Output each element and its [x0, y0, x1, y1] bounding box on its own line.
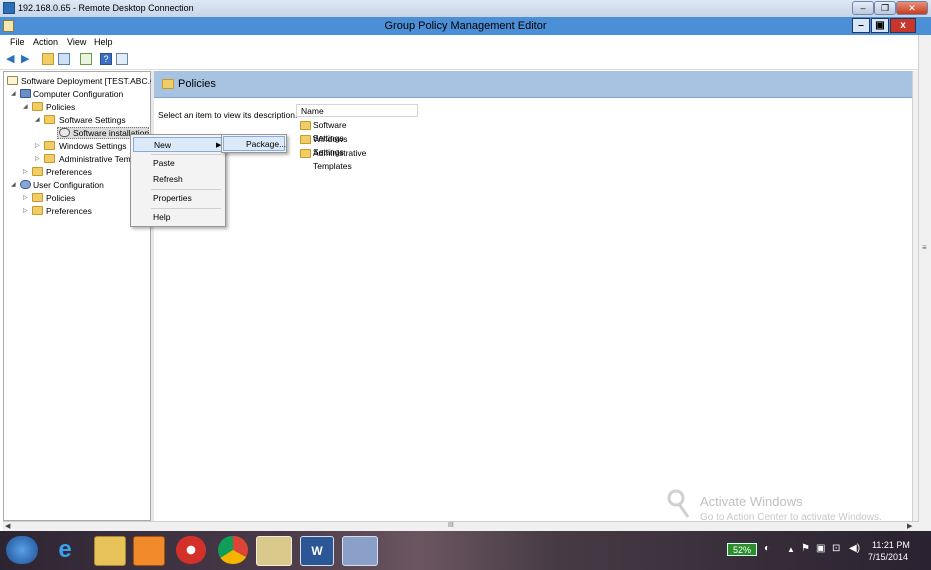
show-hide-tree-icon[interactable] [58, 53, 70, 65]
help-icon[interactable]: ? [100, 53, 112, 65]
remote-desktop-taskbar-icon[interactable] [342, 536, 378, 566]
menu-bar: File Action View Help [0, 35, 918, 49]
computer-icon [20, 89, 31, 98]
folder-icon [44, 154, 55, 163]
folder-icon [32, 167, 43, 176]
menu-separator [151, 208, 221, 209]
folder-icon [300, 149, 311, 158]
app-title-bar: Group Policy Management Editor – ▣ x [0, 17, 931, 35]
close-button[interactable]: x [890, 18, 916, 33]
export-list-icon[interactable] [80, 53, 92, 65]
volume-icon[interactable]: ◀) [849, 543, 860, 554]
rdp-vertical-scrollbar[interactable]: ≡ [918, 35, 931, 531]
device-icon[interactable]: ▣ [816, 543, 825, 554]
toolbar: ◀ ▶ ? [0, 49, 918, 70]
details-header: Policies [154, 71, 912, 98]
start-button[interactable] [6, 536, 38, 564]
context-menu: New ▶ Paste Refresh Properties Help [130, 134, 226, 227]
collapsed-arrow-icon[interactable]: ▷ [35, 153, 41, 165]
rdp-minimize-button[interactable]: – [852, 1, 874, 15]
folder-icon [300, 135, 311, 144]
rdp-title: 192.168.0.65 - Remote Desktop Connection [18, 3, 194, 13]
folder-icon [44, 141, 55, 150]
properties-icon[interactable] [116, 53, 128, 65]
context-menu-help[interactable]: Help [133, 210, 223, 225]
network-icon[interactable]: ⊡ [832, 543, 840, 554]
context-menu-refresh[interactable]: Refresh [133, 172, 223, 187]
column-header-name[interactable]: Name [296, 104, 418, 117]
context-menu-properties[interactable]: Properties [133, 191, 223, 206]
rdp-title-bar: 192.168.0.65 - Remote Desktop Connection… [0, 0, 931, 18]
word-icon[interactable]: W [300, 536, 334, 566]
rdp-restore-button[interactable]: ❐ [874, 1, 896, 15]
collapsed-arrow-icon[interactable]: ▷ [23, 166, 29, 178]
rdp-app-icon [3, 2, 15, 14]
software-installation-icon [59, 128, 70, 137]
menu-action[interactable]: Action [33, 37, 58, 47]
expanded-arrow-icon[interactable]: ◢ [35, 114, 41, 126]
up-folder-icon[interactable] [42, 53, 54, 65]
expanded-arrow-icon[interactable]: ◢ [11, 88, 17, 100]
folder-icon [300, 121, 311, 130]
watermark-subtitle: Go to Action Center to activate Windows. [700, 512, 882, 523]
menu-separator [151, 154, 221, 155]
submenu-package[interactable]: Package... [223, 136, 286, 151]
menu-view[interactable]: View [67, 37, 86, 47]
menu-help[interactable]: Help [94, 37, 113, 47]
power-plug-icon[interactable]: ◐ [764, 543, 770, 554]
internet-explorer-icon[interactable]: e [50, 536, 80, 564]
chrome-icon[interactable] [218, 536, 248, 564]
folder-icon [32, 206, 43, 215]
action-center-flag-icon[interactable]: ⚑ [801, 543, 810, 554]
folder-icon [32, 102, 43, 111]
clock-date[interactable]: 7/15/2014 [868, 552, 908, 562]
battery-indicator[interactable]: 52% [727, 543, 757, 556]
new-submenu: Package... [221, 134, 287, 153]
scroll-left-icon[interactable]: ◀ [5, 522, 10, 530]
description-text: Select an item to view its description. [158, 110, 298, 120]
expanded-arrow-icon[interactable]: ◢ [23, 101, 29, 113]
context-menu-paste[interactable]: Paste [133, 156, 223, 171]
folder-taskbar-icon[interactable] [256, 536, 292, 566]
collapsed-arrow-icon[interactable]: ▷ [23, 192, 29, 204]
scroll-grip-label: III [448, 522, 454, 529]
user-icon [20, 180, 31, 189]
context-menu-new[interactable]: New ▶ [133, 137, 223, 152]
window-title: Group Policy Management Editor [384, 20, 547, 32]
security-app-icon[interactable] [176, 536, 206, 564]
menu-file[interactable]: File [10, 37, 25, 47]
details-title: Policies [178, 78, 216, 90]
rdp-close-button[interactable]: ✕ [896, 1, 928, 15]
folder-icon [162, 79, 174, 89]
activation-key-icon [667, 489, 690, 518]
folder-icon [44, 115, 55, 124]
clock-time[interactable]: 11:21 PM [872, 540, 910, 550]
minimize-button[interactable]: – [852, 18, 870, 33]
maximize-button[interactable]: ▣ [871, 18, 889, 33]
back-arrow-icon[interactable]: ◀ [6, 53, 18, 65]
menu-separator [151, 189, 221, 190]
tree-pane: Software Deployment [TEST.ABC.CO ◢ Compu… [3, 71, 163, 521]
watermark-title: Activate Windows [700, 494, 803, 509]
file-explorer-icon[interactable] [94, 536, 126, 566]
folder-icon [32, 193, 43, 202]
show-hidden-icons-icon[interactable]: ▲ [787, 545, 795, 554]
gpo-icon [7, 76, 18, 85]
scroll-grip-icon: ≡ [922, 243, 927, 252]
scroll-right-icon[interactable]: ▶ [907, 522, 912, 530]
collapsed-arrow-icon[interactable]: ▷ [23, 205, 29, 217]
forward-arrow-icon[interactable]: ▶ [21, 53, 33, 65]
collapsed-arrow-icon[interactable]: ▷ [35, 140, 41, 152]
expanded-arrow-icon[interactable]: ◢ [11, 179, 17, 191]
media-player-icon[interactable] [133, 536, 165, 566]
